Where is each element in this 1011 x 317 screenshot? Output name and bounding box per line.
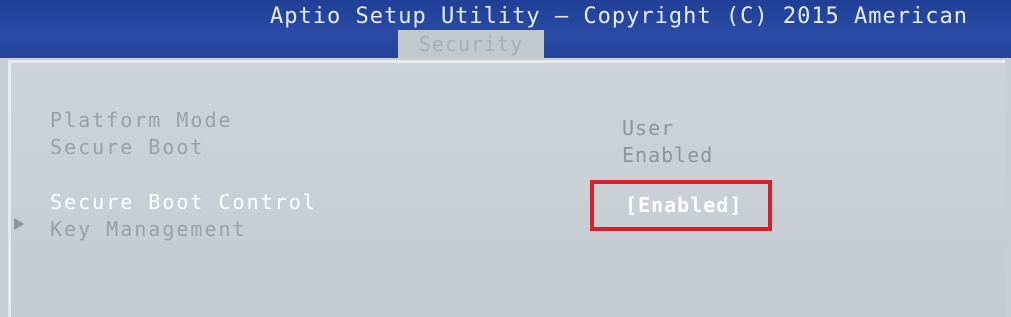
key-management-item[interactable]: Key Management bbox=[50, 217, 247, 241]
tab-security[interactable]: Security bbox=[398, 30, 544, 58]
security-panel bbox=[8, 60, 1005, 317]
platform-mode-value: User bbox=[622, 116, 675, 140]
app-title: Aptio Setup Utility – Copyright (C) 2015… bbox=[270, 4, 969, 29]
triangle-right-icon bbox=[14, 218, 24, 230]
secure-boot-control-label[interactable]: Secure Boot Control bbox=[50, 190, 317, 214]
title-bar: Aptio Setup Utility – Copyright (C) 2015… bbox=[0, 0, 1011, 58]
platform-mode-label: Platform Mode bbox=[50, 108, 233, 132]
secure-boot-value: Enabled bbox=[622, 143, 714, 167]
secure-boot-label: Secure Boot bbox=[50, 135, 205, 159]
secure-boot-control-value[interactable]: [Enabled] bbox=[625, 193, 742, 217]
